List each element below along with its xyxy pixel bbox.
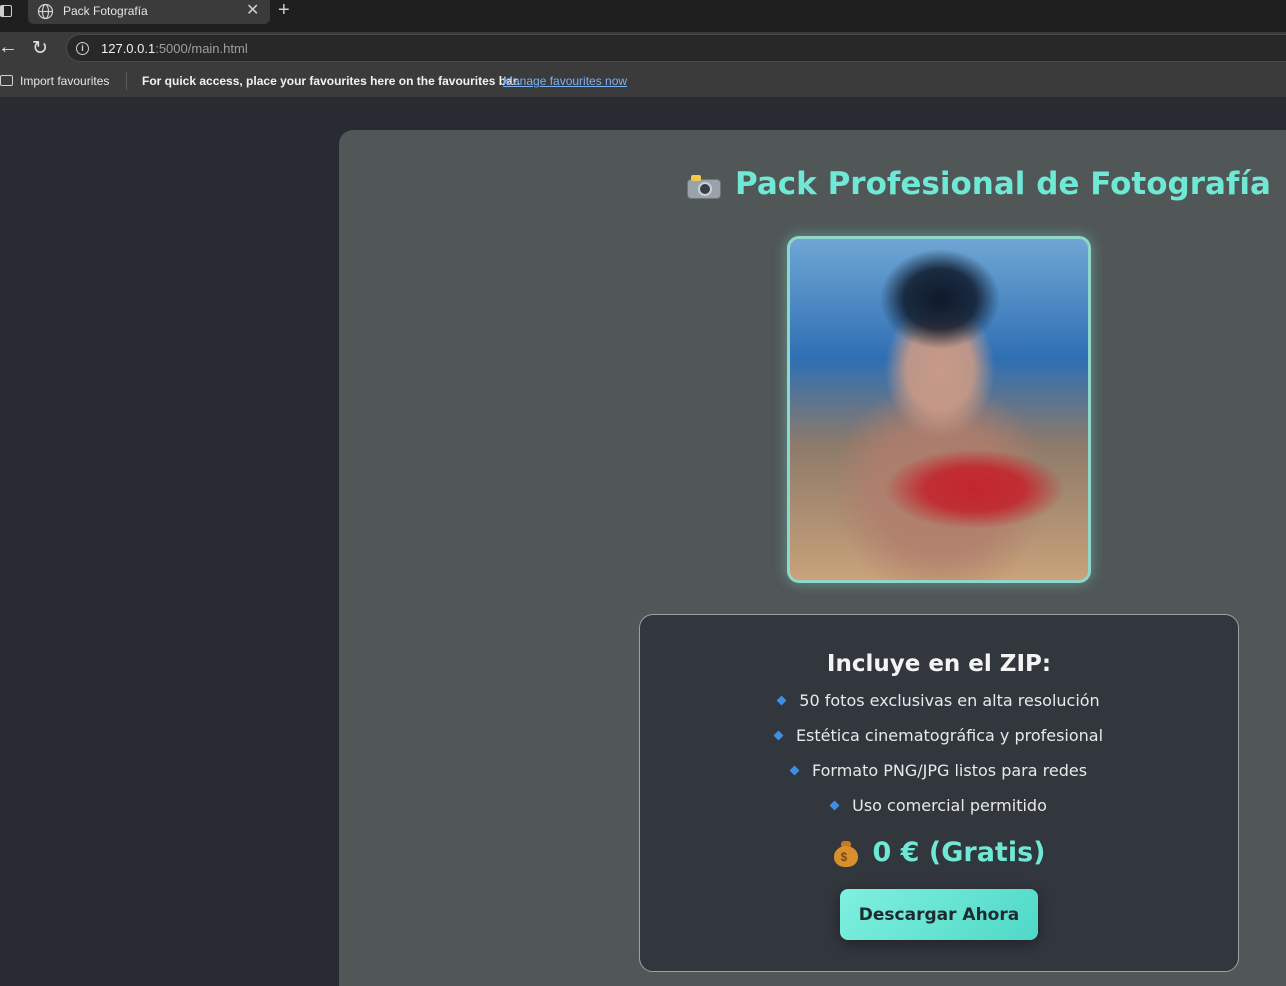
- feature-list: 50 fotos exclusivas en alta resolución E…: [640, 683, 1238, 823]
- favourites-bar: Import favourites For quick access, plac…: [0, 64, 1286, 98]
- feature-item: 50 fotos exclusivas en alta resolución: [640, 683, 1238, 718]
- divider: [126, 72, 127, 90]
- diamond-bullet-icon: [829, 800, 840, 811]
- import-favourites-button[interactable]: Import favourites: [20, 74, 109, 88]
- new-tab-icon[interactable]: +: [278, 0, 290, 21]
- diamond-bullet-icon: [776, 695, 787, 706]
- price-row: $ 0 € (Gratis): [640, 837, 1238, 868]
- package-contents-box: Incluye en el ZIP: 50 fotos exclusivas e…: [639, 614, 1239, 972]
- tab-strip: Pack Fotografía ✕ +: [0, 0, 1286, 32]
- url-host: 127.0.0.1: [101, 41, 156, 56]
- page-title-row: Pack Profesional de Fotografía: [687, 166, 1271, 202]
- price-label: 0 € (Gratis): [872, 837, 1046, 868]
- info-icon[interactable]: i: [76, 42, 89, 55]
- back-arrow-icon[interactable]: ←: [0, 36, 18, 59]
- camera-with-flash-icon: [687, 173, 721, 199]
- browser-toolbar: ← ↻ i 127.0.0.1:5000/main.html: [0, 32, 1286, 64]
- page-title: Pack Profesional de Fotografía: [735, 166, 1271, 202]
- contents-heading: Incluye en el ZIP:: [826, 651, 1052, 677]
- globe-icon: [37, 3, 54, 20]
- product-card: Pack Profesional de Fotografía Incluye e…: [339, 130, 1286, 986]
- sidebar-toggle-icon[interactable]: [0, 5, 12, 17]
- feature-text: 50 fotos exclusivas en alta resolución: [799, 691, 1100, 710]
- address-bar[interactable]: i 127.0.0.1:5000/main.html: [66, 34, 1286, 62]
- diamond-bullet-icon: [789, 765, 800, 776]
- product-image: [787, 236, 1091, 583]
- feature-text: Uso comercial permitido: [852, 796, 1047, 815]
- feature-item: Estética cinematográfica y profesional: [640, 718, 1238, 753]
- url-path: :5000/main.html: [155, 41, 248, 56]
- tab-close-icon[interactable]: ✕: [246, 0, 259, 22]
- feature-text: Formato PNG/JPG listos para redes: [811, 761, 1088, 780]
- money-bag-icon: $: [833, 839, 859, 867]
- manage-favourites-link[interactable]: Manage favourites now: [503, 74, 627, 88]
- feature-item: Formato PNG/JPG listos para redes: [640, 753, 1238, 788]
- tab-title: Pack Fotografía: [63, 4, 148, 18]
- download-button[interactable]: Descargar Ahora: [840, 889, 1038, 940]
- url-text[interactable]: 127.0.0.1:5000/main.html: [101, 41, 248, 56]
- diamond-bullet-icon: [773, 730, 784, 741]
- reload-icon[interactable]: ↻: [32, 37, 48, 60]
- favourites-message: For quick access, place your favourites …: [142, 74, 521, 88]
- tab-active[interactable]: Pack Fotografía ✕: [28, 0, 270, 24]
- page-body: Pack Profesional de Fotografía Incluye e…: [0, 98, 1286, 986]
- import-folder-icon: [0, 75, 13, 86]
- feature-text: Estética cinematográfica y profesional: [795, 726, 1104, 745]
- feature-item: Uso comercial permitido: [640, 788, 1238, 823]
